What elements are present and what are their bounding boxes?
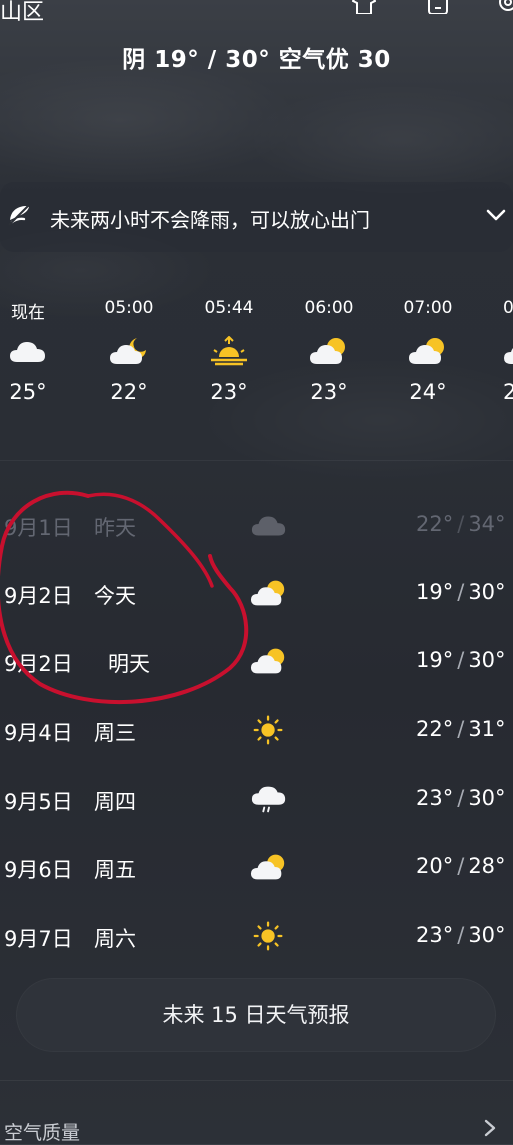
divider — [0, 1080, 513, 1081]
daily-low: 22° — [416, 717, 454, 741]
daily-day-name: 昨天 — [94, 516, 136, 540]
hourly-item: 07:00 24° — [388, 298, 468, 404]
daily-temp-range: 22°/31° — [416, 717, 506, 741]
air-quality-label[interactable]: 空气质量 — [4, 1118, 80, 1145]
daily-high: 30° — [468, 580, 506, 604]
daily-temp-range: 19°/30° — [416, 580, 506, 604]
chevron-down-icon[interactable] — [485, 204, 507, 226]
hourly-time: 05:00 — [104, 298, 154, 318]
cloud-moon-icon — [110, 338, 146, 364]
hourly-time: 现在 — [11, 303, 45, 323]
chevron-right-icon[interactable] — [481, 1118, 499, 1138]
daily-high: 31° — [468, 717, 506, 741]
sun-icon — [253, 921, 283, 951]
hourly-temp: 22° — [110, 380, 148, 404]
hourly-item: 0 2 — [503, 298, 513, 404]
hourly-item: 05:44 23° — [189, 298, 269, 404]
background-clouds — [0, 0, 513, 1144]
tshirt-icon[interactable] — [352, 0, 376, 14]
sun-icon — [253, 715, 283, 745]
daily-date: 9月2日 — [4, 584, 73, 608]
hourly-temp: 23° — [310, 380, 348, 404]
hourly-temp: 2 — [503, 380, 513, 404]
daily-date: 9月2日 — [4, 652, 73, 676]
cloud-icon — [10, 342, 45, 362]
15-day-forecast-button[interactable]: 未来 15 日天气预报 — [16, 978, 496, 1052]
daily-row[interactable]: 9月7日 周六 23°/30° — [0, 917, 513, 957]
daily-date: 9月4日 — [4, 721, 73, 745]
sunrise-icon — [211, 335, 247, 366]
daily-day-name: 周六 — [94, 927, 136, 951]
daily-temp-range: 19°/30° — [416, 648, 506, 672]
cloud-sun-icon — [250, 648, 285, 674]
daily-low: 22° — [416, 512, 454, 536]
daily-day-name: 明天 — [108, 652, 150, 676]
cloud-sun-icon — [250, 854, 285, 880]
daily-temp-range: 20°/28° — [416, 854, 506, 878]
daily-high: 34° — [468, 512, 506, 536]
daily-high: 28° — [468, 854, 506, 878]
daily-date: 9月7日 — [4, 927, 73, 951]
cloud-sun-icon — [504, 348, 513, 364]
hourly-item: 现在 25° — [0, 298, 68, 404]
weather-summary: 阴 19° / 30° 空气优 30 — [122, 47, 391, 73]
daily-day-name: 周五 — [94, 858, 136, 882]
cloud-sun-icon — [409, 338, 444, 364]
daily-temp-range: 22°/34° — [416, 512, 506, 536]
phone-icon[interactable] — [426, 0, 450, 14]
daily-row[interactable]: 9月1日 昨天 22°/34° — [0, 506, 513, 546]
rain-forecast-banner[interactable]: 未来两小时不会降雨，可以放心出门 — [0, 182, 513, 252]
daily-low: 23° — [416, 923, 454, 947]
daily-low: 20° — [416, 854, 454, 878]
daily-date: 9月6日 — [4, 858, 73, 882]
hourly-time: 05:44 — [204, 298, 254, 318]
hourly-temp: 25° — [9, 380, 47, 404]
umbrella-off-icon — [8, 205, 29, 226]
daily-row[interactable]: 9月5日 周四 23°/30° — [0, 780, 513, 820]
daily-day-name: 周四 — [94, 790, 136, 814]
daily-high: 30° — [468, 786, 506, 810]
daily-low: 19° — [416, 648, 454, 672]
daily-day-name: 今天 — [94, 584, 136, 608]
settings-icon[interactable] — [496, 0, 513, 14]
daily-date: 9月5日 — [4, 790, 73, 814]
hourly-item: 05:00 22° — [89, 298, 169, 404]
hourly-time: 07:00 — [403, 298, 453, 318]
cloud-icon — [251, 516, 286, 536]
cloud-sun-icon — [310, 338, 345, 364]
daily-high: 30° — [468, 648, 506, 672]
rain-forecast-text: 未来两小时不会降雨，可以放心出门 — [50, 208, 370, 232]
daily-high: 30° — [468, 923, 506, 947]
daily-temp-range: 23°/30° — [416, 923, 506, 947]
daily-low: 23° — [416, 786, 454, 810]
hourly-time: 0 — [503, 298, 513, 318]
daily-row[interactable]: 9月4日 周三 22°/31° — [0, 711, 513, 751]
cloud-rain-icon — [251, 786, 286, 813]
daily-row[interactable]: 9月2日 今天 19°/30° — [0, 574, 513, 614]
daily-row[interactable]: 9月6日 周五 20°/28° — [0, 848, 513, 888]
divider — [0, 460, 513, 461]
hourly-temp: 23° — [210, 380, 248, 404]
daily-row[interactable]: 9月2日 明天 19°/30° — [0, 642, 513, 682]
daily-low: 19° — [416, 580, 454, 604]
daily-day-name: 周三 — [94, 721, 136, 745]
cloud-sun-icon — [250, 580, 285, 606]
hourly-item: 06:00 23° — [289, 298, 369, 404]
daily-date: 9月1日 — [4, 516, 73, 540]
hourly-forecast[interactable]: 现在 25° 05:00 22° 05:44 23° 06:00 23° 07:… — [0, 268, 513, 444]
location-name[interactable]: 山区 — [0, 0, 44, 26]
hourly-time: 06:00 — [304, 298, 354, 318]
daily-temp-range: 23°/30° — [416, 786, 506, 810]
hourly-temp: 24° — [409, 380, 447, 404]
